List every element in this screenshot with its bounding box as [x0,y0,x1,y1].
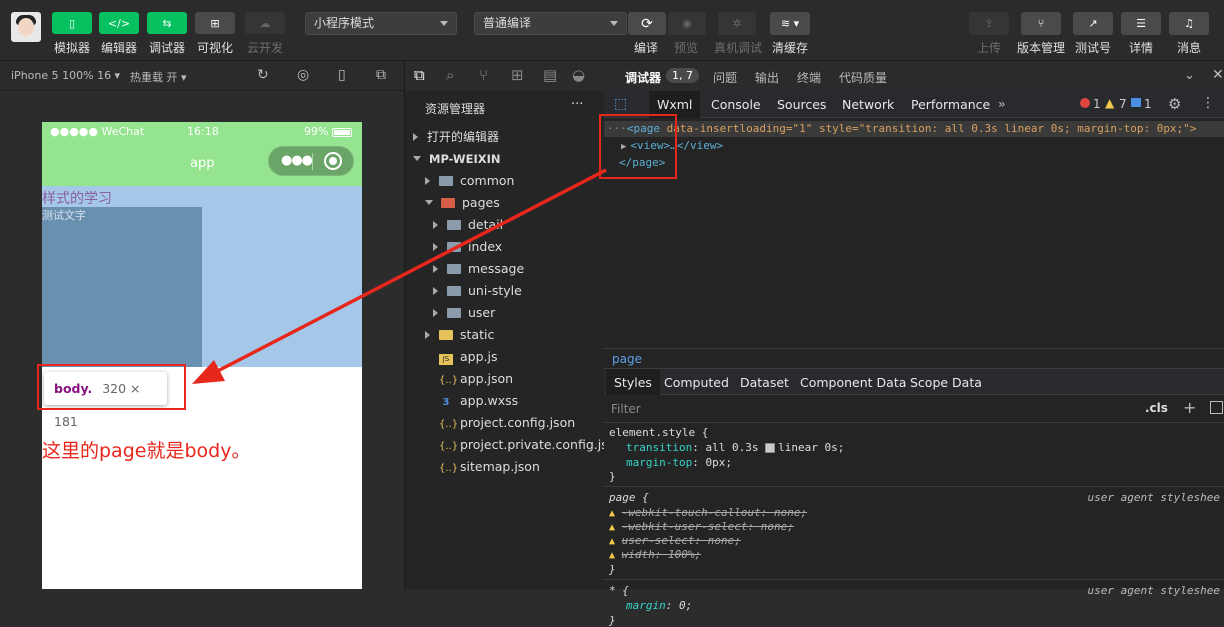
annotation-arrow [192,168,607,384]
rule3-close: } [609,614,616,627]
rule3-prop-margin[interactable]: margin: 0; [626,599,692,612]
prop-name: margin [626,599,666,612]
prop-value: : 0; [665,599,693,612]
